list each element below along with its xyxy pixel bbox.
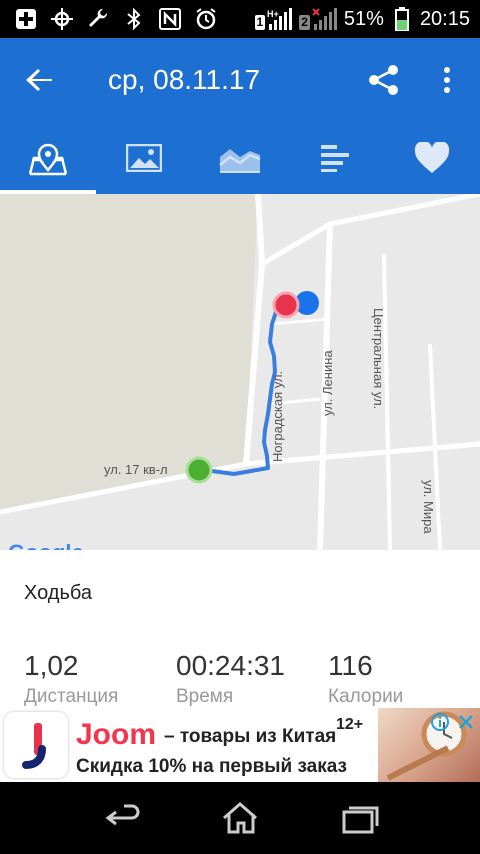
more-options-button[interactable] — [432, 62, 462, 98]
system-nav-bar — [0, 782, 480, 854]
plus-icon — [14, 7, 38, 31]
heart-icon — [414, 142, 450, 173]
battery-icon — [390, 7, 414, 31]
tab-map[interactable] — [0, 122, 96, 194]
sim1-label: 1 — [254, 15, 266, 30]
stat-label: Дистанция — [24, 686, 119, 707]
info-icon — [431, 713, 449, 731]
close-icon — [459, 715, 473, 729]
bars-icon — [321, 145, 349, 172]
image-icon — [126, 144, 162, 172]
sim2-label: 2 — [299, 15, 310, 30]
wrench-icon — [86, 7, 110, 31]
svg-text:H+: H+ — [267, 9, 279, 19]
ad-headline: – товары из Китая — [164, 726, 337, 747]
page-title: ср, 08.11.17 — [108, 64, 261, 95]
sim1-signal-icon: 1 H+ — [254, 8, 294, 30]
back-icon — [105, 804, 140, 826]
tab-heart[interactable] — [384, 122, 480, 194]
tab-charts[interactable] — [192, 122, 288, 194]
start-marker — [185, 456, 213, 484]
gps-icon — [50, 7, 74, 31]
stat-time: 00:24:31 Время — [176, 650, 285, 708]
stat-calories: 116 Калории — [328, 650, 403, 708]
ad-age-rating: 12+ — [336, 716, 364, 733]
share-icon — [369, 65, 398, 95]
clock: 20:15 — [419, 7, 470, 30]
stat-value: 116 — [328, 650, 373, 681]
street-label-nogradskaya: Ноградская ул. — [270, 370, 285, 462]
nfc-icon — [158, 7, 182, 31]
tab-splits[interactable] — [288, 122, 384, 194]
ad-info-button[interactable] — [430, 712, 450, 732]
arrow-back-icon — [26, 69, 52, 91]
alarm-icon — [194, 7, 218, 31]
map-canvas — [0, 194, 480, 550]
recents-icon — [342, 806, 379, 834]
activity-summary: Ходьба 1,02 Дистанция 00:24:31 Время 116… — [0, 550, 480, 708]
ad-brand: Joom — [76, 718, 157, 751]
joom-logo-icon — [4, 712, 68, 778]
chart-area-icon — [219, 149, 261, 173]
street-label-lenina: ул. Ленина — [320, 350, 335, 416]
bluetooth-icon — [122, 7, 146, 31]
status-bar: 1 H+ 2 51% 20:15 — [0, 0, 480, 38]
street-label-mira: ул. Мира — [421, 480, 436, 534]
nav-home-button[interactable] — [220, 800, 260, 836]
activity-type: Ходьба — [24, 582, 93, 604]
end-marker — [272, 291, 300, 319]
stat-label: Время — [176, 686, 234, 707]
share-button[interactable] — [366, 62, 402, 98]
stat-value: 00:24:31 — [176, 650, 285, 681]
street-label-17kvl: ул. 17 кв-л — [104, 462, 168, 477]
back-button[interactable] — [22, 62, 58, 98]
nav-recents-button[interactable] — [340, 800, 380, 836]
stat-value: 1,02 — [24, 650, 79, 681]
ad-banner[interactable]: Joom – товары из Китая Скидка 10% на пер… — [0, 708, 480, 782]
home-icon — [223, 802, 257, 834]
more-vert-icon — [444, 67, 450, 93]
stat-label: Калории — [328, 686, 404, 707]
stat-distance: 1,02 Дистанция — [24, 650, 118, 708]
ad-close-button[interactable] — [456, 712, 476, 732]
ad-subline: Скидка 10% на первый заказ — [76, 756, 347, 777]
map-icon — [28, 143, 68, 176]
app-bar: ср, 08.11.17 — [0, 38, 480, 122]
tab-bar — [0, 122, 480, 194]
tab-photos[interactable] — [96, 122, 192, 194]
street-label-centralnaya: Центральная ул. — [371, 308, 386, 410]
battery-percent: 51% — [343, 7, 384, 30]
sim2-signal-icon: 2 — [299, 8, 338, 30]
nav-back-button[interactable] — [102, 800, 142, 836]
route-map[interactable]: ул. 17 кв-л Ноградская ул. ул. Ленина Це… — [0, 194, 480, 550]
